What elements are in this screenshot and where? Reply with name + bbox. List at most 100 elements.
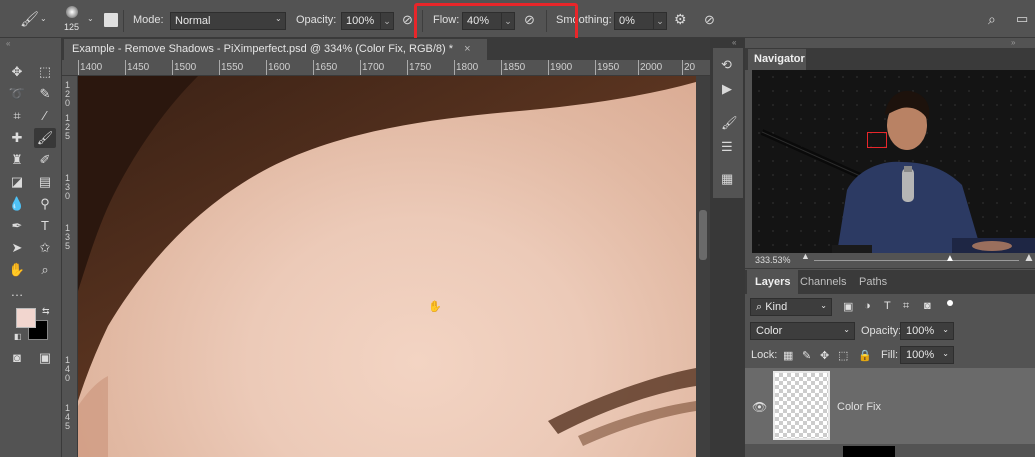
next-layer-thumbnail[interactable] xyxy=(843,446,895,457)
tab-layers[interactable]: Layers xyxy=(747,270,799,294)
properties-icon[interactable]: ▦ xyxy=(721,172,733,185)
brush-tool-icon[interactable]: 🖌 xyxy=(34,128,56,148)
screen-mode-icon[interactable]: ▣ xyxy=(34,348,56,368)
ruler-tick xyxy=(78,60,79,75)
shape-tool-icon[interactable]: ✩ xyxy=(34,238,56,258)
quick-mask-icon[interactable]: ◙ xyxy=(6,348,28,368)
lasso-tool-icon[interactable]: ➰ xyxy=(6,84,28,104)
navigator-tab[interactable]: Navigator xyxy=(748,49,806,70)
history-brush-icon[interactable]: ✐ xyxy=(34,150,56,170)
pen-tool-icon[interactable]: ✒ xyxy=(6,216,28,236)
brush-settings-panel-icon[interactable] xyxy=(104,13,118,27)
crop-tool-icon[interactable]: ⌗ xyxy=(6,106,28,126)
ruler-tick xyxy=(266,60,267,75)
hand-tool-icon[interactable]: ✋ xyxy=(6,260,28,280)
swap-colors-icon[interactable]: ⇆ xyxy=(42,306,50,317)
tab-channels[interactable]: Channels xyxy=(792,270,854,294)
zoom-slider-thumb[interactable]: ▲ xyxy=(945,253,955,264)
chevron-down-icon: ⌄ xyxy=(820,301,827,310)
ruler-tick-label: 1500 xyxy=(174,62,197,73)
opacity-field[interactable]: 100% xyxy=(341,12,381,30)
zoom-in-icon[interactable]: ▲ xyxy=(1023,250,1035,264)
eraser-tool-icon[interactable]: ◪ xyxy=(6,172,28,192)
blur-tool-icon[interactable]: 💧 xyxy=(6,194,28,214)
dodge-tool-icon[interactable]: ⚲ xyxy=(34,194,56,214)
brush-preview-icon[interactable] xyxy=(66,6,78,18)
foreground-color-swatch[interactable] xyxy=(16,308,36,328)
marquee-tool-icon[interactable]: ⬚ xyxy=(34,62,56,82)
horizontal-ruler: 1400 1450 1500 1550 1600 1650 1700 1750 1800 1850… xyxy=(62,60,710,76)
mode-select[interactable]: Normal xyxy=(170,12,286,30)
document-canvas[interactable]: ✋ xyxy=(78,76,696,457)
path-select-icon[interactable]: ➤ xyxy=(6,238,28,258)
quick-select-tool-icon[interactable]: ✎ xyxy=(34,84,56,104)
ruler-tick xyxy=(219,60,220,75)
navigator-preview[interactable] xyxy=(752,70,1035,253)
filter-pixel-icon[interactable]: ▣ xyxy=(843,300,853,313)
eyedropper-tool-icon[interactable]: ⁄ xyxy=(34,106,56,126)
fill-field[interactable]: 100% ⌄ xyxy=(900,346,954,364)
layer-opacity-field[interactable]: 100% ⌄ xyxy=(900,322,954,340)
lock-all-icon[interactable]: 🔒 xyxy=(858,349,872,362)
pressure-opacity-icon[interactable]: ⊘ xyxy=(402,13,413,26)
filter-shape-icon[interactable]: ⌗ xyxy=(903,300,909,313)
symmetry-icon[interactable]: ⊘ xyxy=(704,13,715,26)
collapse-icon[interactable]: » xyxy=(1011,38,1015,47)
navigator-view-box[interactable] xyxy=(867,132,887,148)
chevron-down-icon[interactable]: ⌄ xyxy=(87,15,94,23)
more-tools-icon[interactable]: … xyxy=(6,282,28,302)
chevron-down-icon[interactable]: ⌄ xyxy=(40,15,47,23)
ruler-tick-label: 1750 xyxy=(409,62,432,73)
lock-transparent-icon[interactable]: ▦ xyxy=(783,349,793,362)
gradient-tool-icon[interactable]: ▤ xyxy=(34,172,56,192)
fill-label: Fill: xyxy=(881,349,899,361)
collapse-icon[interactable]: « xyxy=(732,38,736,47)
vertical-ruler: 120125130135140145 xyxy=(62,76,78,457)
default-colors-icon[interactable]: ◧ xyxy=(14,332,22,341)
ruler-tick xyxy=(172,60,173,75)
filter-toggle-icon[interactable] xyxy=(947,300,953,306)
layer-thumbnail[interactable] xyxy=(773,371,830,440)
navigator-zoom-bar: 333.53% ▲ ▲ ▲ xyxy=(752,250,1035,267)
layer-name[interactable]: Color Fix xyxy=(837,401,881,413)
search-icon[interactable]: ⌕ xyxy=(988,12,996,26)
ruler-tick xyxy=(548,60,549,75)
filter-type-icon[interactable]: T xyxy=(884,300,891,312)
filter-adjustment-icon[interactable]: ◑ xyxy=(864,300,871,312)
document-tab[interactable]: Example - Remove Shadows - PiXimperfect.… xyxy=(64,39,487,60)
gear-icon[interactable]: ⚙ xyxy=(674,12,687,26)
move-tool-icon[interactable]: ✥ xyxy=(6,62,28,82)
zoom-out-icon[interactable]: ▲ xyxy=(801,251,810,261)
tab-paths[interactable]: Paths xyxy=(851,270,895,294)
scrollbar-thumb[interactable] xyxy=(699,210,707,260)
healing-tool-icon[interactable]: ✚ xyxy=(6,128,28,148)
type-tool-icon[interactable]: T xyxy=(34,216,56,236)
smoothing-dropdown[interactable]: ⌄ xyxy=(653,12,667,30)
workspace-icon[interactable]: ▭ xyxy=(1016,12,1028,25)
lock-image-icon[interactable]: ✎ xyxy=(802,349,811,362)
ruler-tick-label: 0 xyxy=(65,373,71,383)
vertical-scrollbar[interactable] xyxy=(696,76,710,457)
adjustments-icon[interactable]: ☰ xyxy=(721,140,733,153)
close-icon[interactable]: × xyxy=(464,43,470,55)
filter-kind-label: Kind xyxy=(765,301,788,313)
navigator-zoom-value[interactable]: 333.53% xyxy=(755,255,791,265)
smoothing-field[interactable]: 0% xyxy=(614,12,654,30)
brush-tool-icon[interactable]: 🖌 xyxy=(20,12,39,27)
history-panel-icon[interactable]: ⟲ xyxy=(721,58,732,71)
stamp-tool-icon[interactable]: ♜ xyxy=(6,150,28,170)
lock-artboard-icon[interactable]: ⬚ xyxy=(838,349,848,362)
filter-smart-object-icon[interactable]: ◙ xyxy=(924,300,931,312)
zoom-tool-icon[interactable]: ⌕ xyxy=(34,260,56,280)
collapse-icon[interactable]: « xyxy=(6,39,10,48)
lock-position-icon[interactable]: ✥ xyxy=(820,349,829,362)
actions-panel-icon[interactable]: ▶ xyxy=(722,82,732,95)
chevron-down-icon: ⌄ xyxy=(275,14,282,23)
blend-mode-select[interactable]: Color ⌄ xyxy=(750,322,855,340)
eye-icon[interactable]: 👁 xyxy=(752,400,767,414)
opacity-dropdown[interactable]: ⌄ xyxy=(380,12,394,30)
zoom-slider[interactable] xyxy=(814,260,1019,261)
mode-label: Mode: xyxy=(133,14,164,26)
brush-settings-icon[interactable]: 🖌 xyxy=(721,116,738,129)
layer-filter-select[interactable]: ⌕ Kind ⌄ xyxy=(750,298,832,316)
